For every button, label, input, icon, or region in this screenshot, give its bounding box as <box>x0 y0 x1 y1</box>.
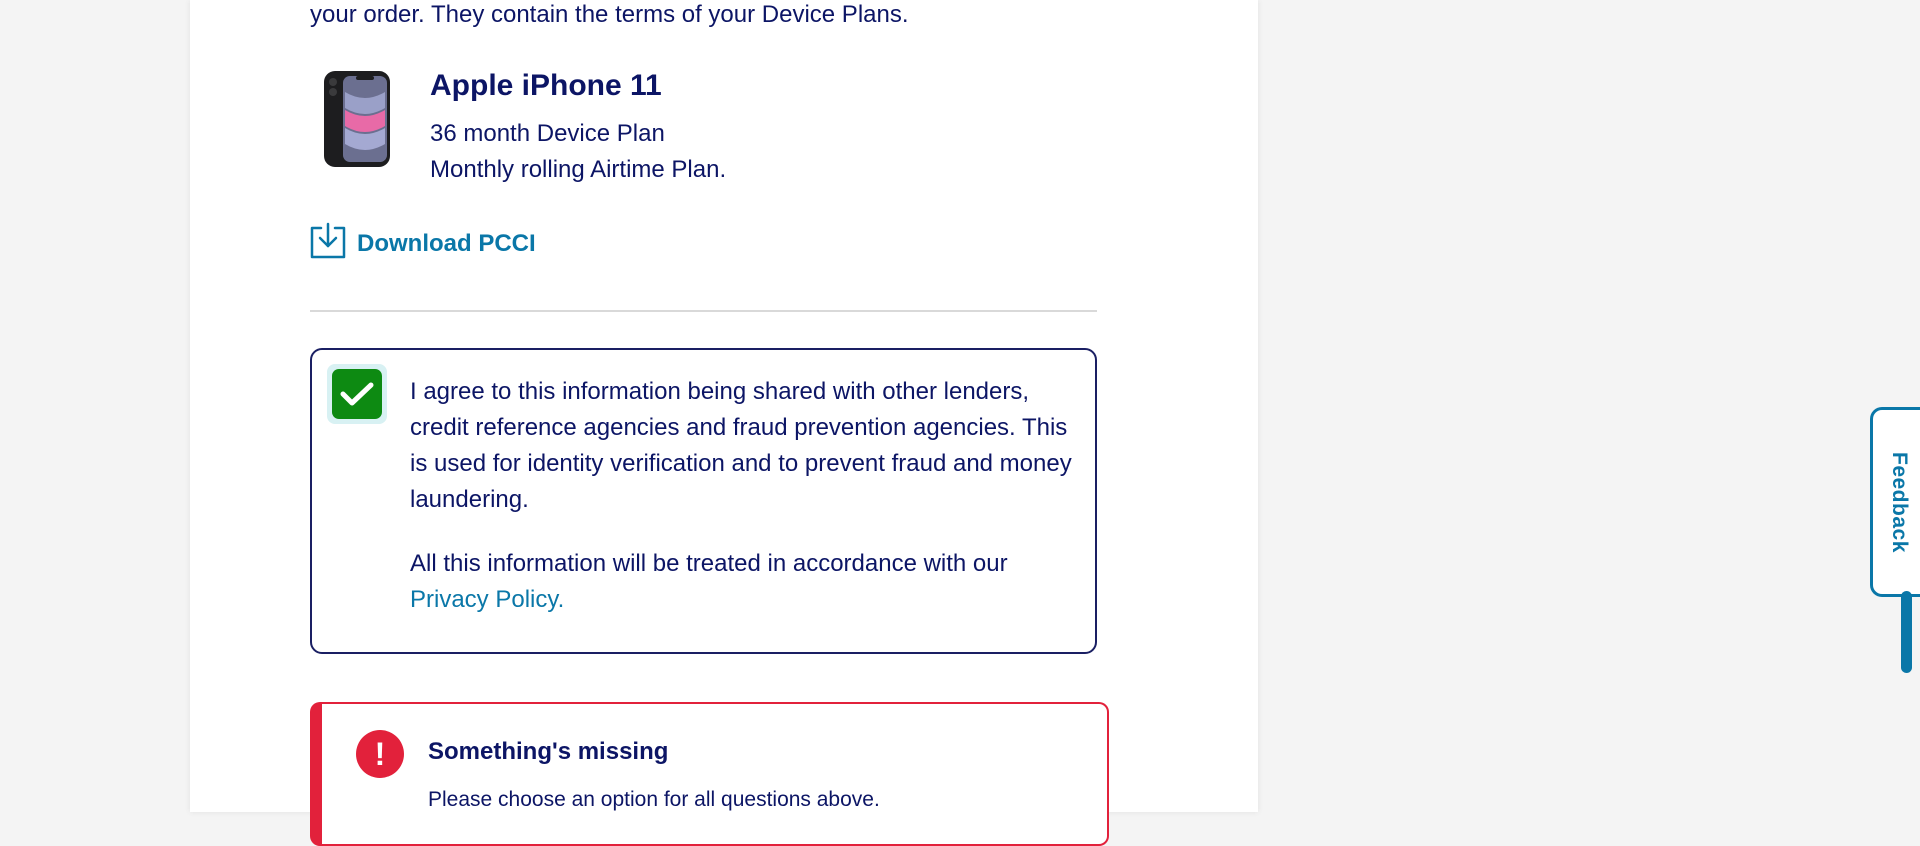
feedback-tab[interactable]: Feedback <box>1870 407 1920 597</box>
scrollbar-thumb[interactable] <box>1901 591 1912 673</box>
airtime-plan-text: Monthly rolling Airtime Plan. <box>430 156 727 183</box>
privacy-notice-prefix: All this information will be treated in … <box>410 550 1008 577</box>
device-plan-text: 36 month Device Plan <box>430 120 665 147</box>
product-image <box>323 70 391 168</box>
intro-text: your order. They contain the terms of yo… <box>310 1 909 28</box>
error-message-box: ! Something's missing Please choose an o… <box>310 702 1109 846</box>
alert-icon: ! <box>356 730 404 778</box>
consent-checkbox[interactable] <box>332 369 382 419</box>
section-divider <box>310 310 1097 312</box>
privacy-notice-text: All this information will be treated in … <box>410 546 1075 618</box>
error-text: Please choose an option for all question… <box>428 788 880 811</box>
consent-box: I agree to this information being shared… <box>310 348 1097 654</box>
privacy-notice-suffix: . <box>557 586 565 613</box>
error-title: Something's missing <box>428 738 669 765</box>
download-icon <box>309 222 357 267</box>
privacy-policy-link[interactable]: Privacy Policy <box>410 586 558 613</box>
feedback-label: Feedback <box>1888 452 1911 553</box>
consent-text: I agree to this information being shared… <box>410 378 1072 513</box>
checkmark-icon <box>340 382 374 406</box>
download-label: Download PCCI <box>357 230 536 257</box>
download-pcci-link[interactable]: Download PCCI <box>309 222 536 267</box>
product-title: Apple iPhone 11 <box>430 69 662 102</box>
